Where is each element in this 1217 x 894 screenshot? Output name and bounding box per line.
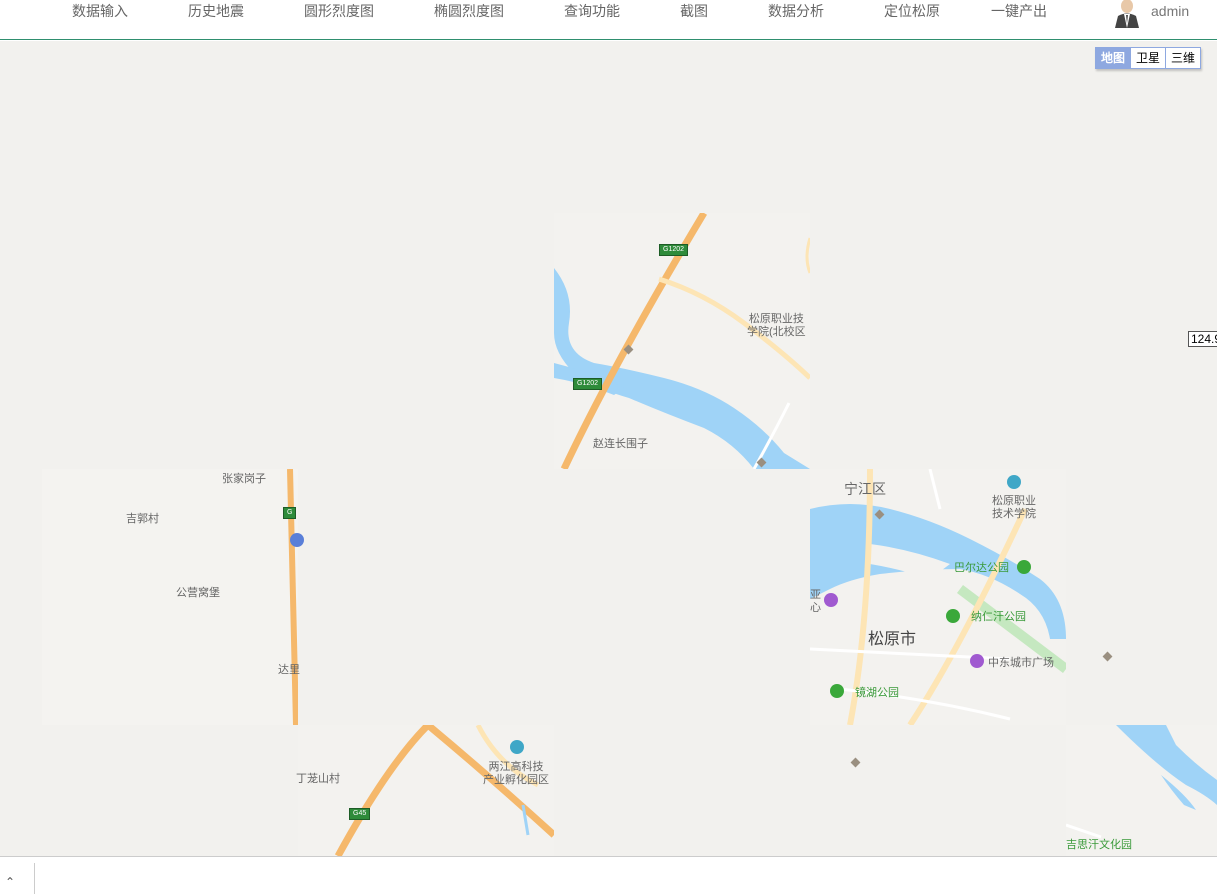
place-label-ningjiang[interactable]: 宁江区	[844, 482, 886, 496]
place-label-longshan[interactable]: 丁茏山村	[296, 773, 340, 786]
school-icon[interactable]	[1007, 475, 1021, 489]
highway-shield-g1202: G1202	[659, 244, 689, 256]
place-label-da[interactable]: 达里	[278, 664, 300, 677]
place-label-baerda-park[interactable]: 巴尔达公园	[954, 562, 1009, 575]
top-nav-bar: 数据输入 历史地震 圆形烈度图 椭圆烈度图 查询功能 截图 数据分析 定位松原 …	[0, 0, 1217, 40]
bottom-panel-bar: ⌃	[0, 856, 1217, 894]
place-label-jinghu-park[interactable]: 镜湖公园	[855, 687, 899, 700]
shopping-icon[interactable]	[824, 593, 838, 607]
highway-shield-g: G	[283, 507, 297, 519]
nav-locate-songyuan[interactable]: 定位松原	[884, 0, 940, 22]
nav-query[interactable]: 查询功能	[564, 0, 620, 22]
place-label-jiguo[interactable]: 吉郭村	[126, 513, 159, 526]
place-label-school-north[interactable]: 松原职业技 学院(北校区	[747, 313, 806, 339]
park-icon[interactable]	[946, 609, 960, 623]
map-tile-west	[42, 469, 298, 725]
park-icon[interactable]	[830, 684, 844, 698]
nav-data-input[interactable]: 数据输入	[72, 0, 128, 22]
map-type-satellite-button[interactable]: 卫星	[1130, 48, 1165, 68]
nav-one-click-output[interactable]: 一键产出	[991, 0, 1047, 22]
map-canvas[interactable]: G1202 G1202 G G45 松原职业技 学院(北校区 赵连长围子 张家岗…	[0, 41, 1217, 856]
map-type-3d-button[interactable]: 三维	[1165, 48, 1200, 68]
nav-circle-intensity-map[interactable]: 圆形烈度图	[304, 0, 374, 22]
nav-data-analysis[interactable]: 数据分析	[768, 0, 824, 22]
place-marker-icon[interactable]	[850, 757, 861, 768]
place-marker-icon[interactable]	[1102, 651, 1113, 662]
place-label-gongying[interactable]: 公营窝堡	[176, 587, 220, 600]
map-type-map-button[interactable]: 地图	[1096, 48, 1131, 68]
nav-screenshot[interactable]: 截图	[680, 0, 708, 22]
place-label-zhongdong-plaza[interactable]: 中东城市广场	[988, 657, 1054, 670]
highway-shield-g45: G45	[349, 808, 371, 820]
fuel-station-icon[interactable]	[290, 533, 304, 547]
nav-ellipse-intensity-map[interactable]: 椭圆烈度图	[434, 0, 504, 22]
username-label[interactable]: admin	[1151, 0, 1189, 22]
place-label-ya[interactable]: 亚 心	[810, 589, 821, 615]
shopping-icon[interactable]	[970, 654, 984, 668]
highway-shield-g1202: G1202	[573, 378, 603, 390]
coordinate-readout: 124.9	[1188, 331, 1217, 347]
place-label-naren-park[interactable]: 纳仁汗公园	[971, 611, 1026, 624]
industrial-park-icon[interactable]	[510, 740, 524, 754]
place-label-zhaolian[interactable]: 赵连长围子	[593, 438, 648, 451]
place-label-sihan[interactable]: 吉思汗文化园	[1066, 839, 1132, 852]
place-label-songyuan-city[interactable]: 松原市	[868, 632, 916, 648]
place-label-school[interactable]: 松原职业 技术学院	[992, 495, 1036, 521]
place-label-liangjiang[interactable]: 两江高科技 产业孵化园区	[483, 761, 549, 787]
place-label-zhangjia[interactable]: 张家岗子	[222, 473, 266, 486]
park-icon[interactable]	[1017, 560, 1031, 574]
map-type-switcher: 地图 卫星 三维	[1095, 47, 1202, 69]
divider	[34, 863, 35, 894]
map-tile-east	[1066, 725, 1217, 856]
nav-history-earthquake[interactable]: 历史地震	[188, 0, 244, 22]
user-avatar-icon[interactable]	[1112, 0, 1142, 28]
chevron-up-icon[interactable]: ⌃	[5, 875, 15, 889]
